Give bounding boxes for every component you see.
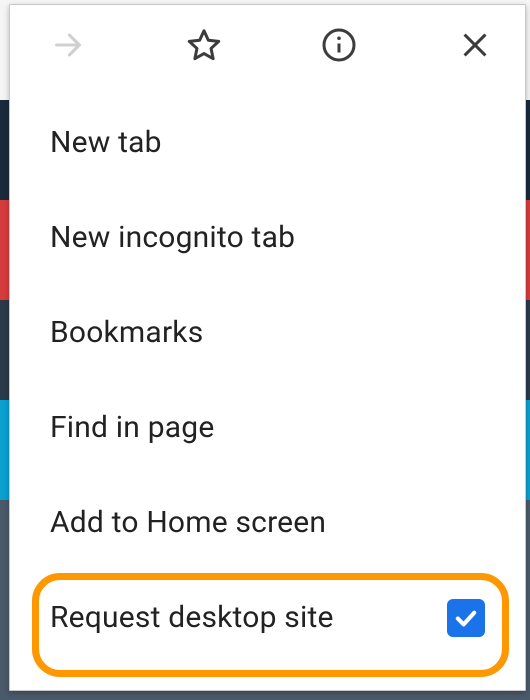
bookmark-button[interactable] [184, 25, 224, 65]
checkmark-icon [452, 604, 480, 632]
menu-item-label: Add to Home screen [50, 505, 326, 540]
info-icon [321, 27, 357, 63]
menu-item-new-incognito-tab[interactable]: New incognito tab [10, 190, 525, 285]
arrow-right-icon [51, 28, 85, 62]
menu-item-find-in-page[interactable]: Find in page [10, 380, 525, 475]
menu-item-bookmarks[interactable]: Bookmarks [10, 285, 525, 380]
close-menu-button[interactable] [455, 25, 495, 65]
menu-item-request-desktop-site[interactable]: Request desktop site [10, 570, 525, 665]
menu-item-add-to-home-screen[interactable]: Add to Home screen [10, 475, 525, 570]
menu-item-label: New tab [50, 125, 162, 160]
request-desktop-checkbox[interactable] [447, 599, 485, 637]
menu-item-label: Request desktop site [50, 600, 334, 635]
page-info-button[interactable] [319, 25, 359, 65]
menu-toolbar [10, 5, 525, 85]
menu-item-label: Find in page [50, 410, 214, 445]
forward-button[interactable] [48, 25, 88, 65]
menu-list: New tab New incognito tab Bookmarks Find… [10, 85, 525, 665]
menu-item-new-tab[interactable]: New tab [10, 95, 525, 190]
menu-item-label: New incognito tab [50, 220, 295, 255]
star-icon [186, 27, 222, 63]
menu-item-label: Bookmarks [50, 315, 203, 350]
close-icon [459, 29, 491, 61]
browser-overflow-menu: New tab New incognito tab Bookmarks Find… [9, 4, 526, 691]
